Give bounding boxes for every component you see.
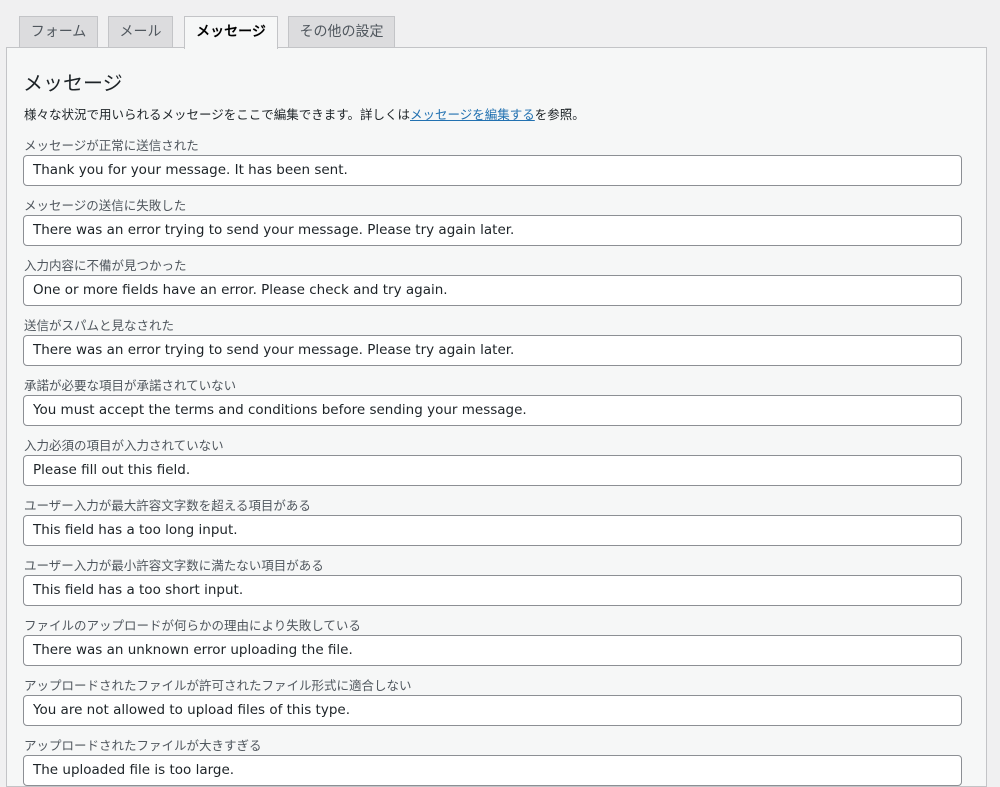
edit-messages-link[interactable]: メッセージを編集する — [410, 107, 535, 122]
message-input-invalid-too-short[interactable]: This field has a too short input. — [23, 575, 962, 606]
field-label-invalid-required: 入力必須の項目が入力されていない — [24, 438, 224, 453]
message-input-validation-error[interactable]: One or more fields have an error. Please… — [23, 275, 962, 306]
tab-additional-settings[interactable]: その他の設定 — [288, 16, 395, 47]
field-label-upload-file-type-invalid: アップロードされたファイルが許可されたファイル形式に適合しない — [24, 678, 412, 693]
message-input-spam[interactable]: There was an error trying to send your m… — [23, 335, 962, 366]
description-text: 様々な状況で用いられるメッセージをここで編集できます。詳しくは — [24, 107, 411, 122]
field-label-mail-sent-ok: メッセージが正常に送信された — [24, 138, 199, 153]
message-input-upload-failed[interactable]: There was an unknown error uploading the… — [23, 635, 962, 666]
field-label-invalid-too-long: ユーザー入力が最大許容文字数を超える項目がある — [24, 498, 311, 513]
tab-messages[interactable]: メッセージ — [184, 16, 278, 49]
field-label-accept-terms: 承諾が必要な項目が承諾されていない — [24, 378, 237, 393]
field-label-upload-failed: ファイルのアップロードが何らかの理由により失敗している — [24, 618, 361, 633]
message-input-mail-sent-ok[interactable]: Thank you for your message. It has been … — [23, 155, 962, 186]
tab-form[interactable]: フォーム — [19, 16, 98, 47]
section-title: メッセージ — [23, 71, 123, 95]
message-input-invalid-required[interactable]: Please fill out this field. — [23, 455, 962, 486]
messages-panel: メッセージ 様々な状況で用いられるメッセージをここで編集できます。詳しくはメッセ… — [6, 47, 987, 787]
field-label-mail-sent-ng: メッセージの送信に失敗した — [24, 198, 187, 213]
message-input-mail-sent-ng[interactable]: There was an error trying to send your m… — [23, 215, 962, 246]
field-label-invalid-too-short: ユーザー入力が最小許容文字数に満たない項目がある — [24, 558, 324, 573]
field-label-validation-error: 入力内容に不備が見つかった — [24, 258, 187, 273]
field-label-spam: 送信がスパムと見なされた — [24, 318, 175, 333]
section-description: 様々な状況で用いられるメッセージをここで編集できます。詳しくはメッセージを編集す… — [24, 106, 585, 124]
tab-bar: フォーム メール メッセージ その他の設定 — [0, 0, 1000, 49]
field-label-upload-file-too-large: アップロードされたファイルが大きすぎる — [24, 738, 262, 753]
message-input-upload-file-type-invalid[interactable]: You are not allowed to upload files of t… — [23, 695, 962, 726]
description-suffix: を参照。 — [534, 107, 585, 122]
tab-mail[interactable]: メール — [108, 16, 173, 47]
message-input-accept-terms[interactable]: You must accept the terms and conditions… — [23, 395, 962, 426]
message-input-invalid-too-long[interactable]: This field has a too long input. — [23, 515, 962, 546]
